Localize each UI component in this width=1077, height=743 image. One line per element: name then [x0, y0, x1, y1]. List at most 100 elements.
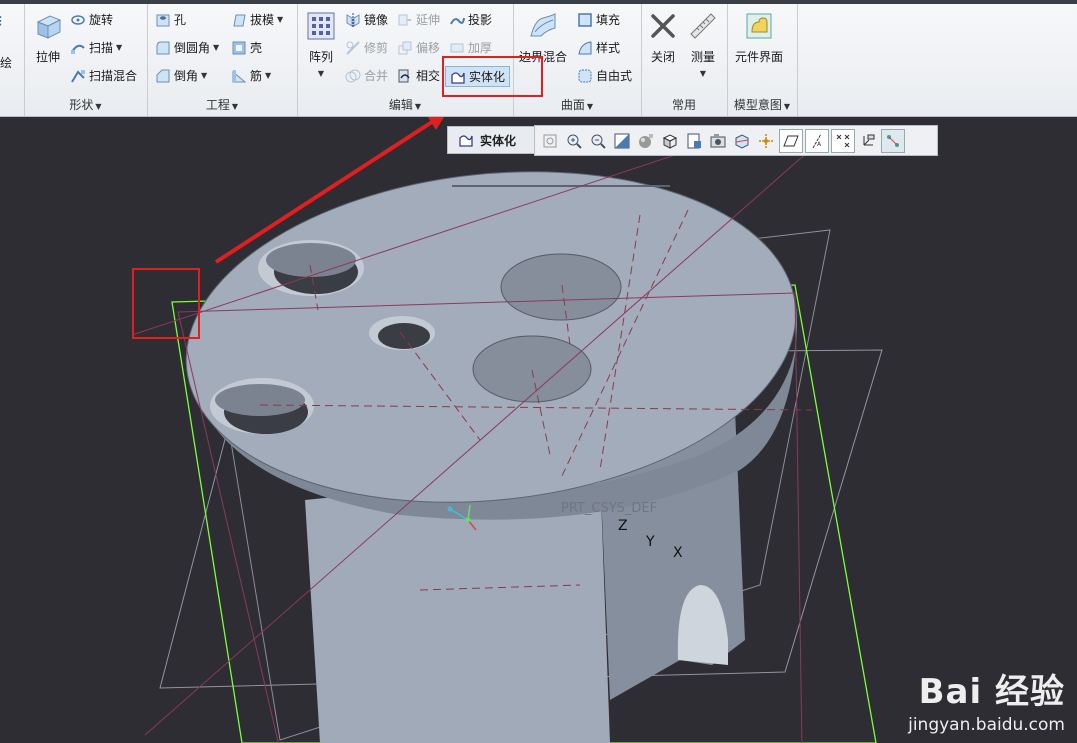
- plane-display-button[interactable]: [779, 128, 803, 153]
- thicken-button[interactable]: 加厚: [449, 39, 492, 56]
- trim-button[interactable]: 修剪: [345, 39, 388, 56]
- caret-down-icon: ▼: [586, 102, 594, 111]
- close-button[interactable]: 关闭: [647, 10, 679, 65]
- freestyle-button[interactable]: 自由式: [577, 67, 632, 84]
- intersect-button[interactable]: 相交: [397, 67, 440, 84]
- refit-button[interactable]: [539, 130, 561, 152]
- fill-button[interactable]: 填充: [577, 11, 620, 28]
- sweep-button[interactable]: 扫描 ▼: [70, 39, 122, 56]
- repaint-button[interactable]: [611, 130, 633, 152]
- group-label-engineering[interactable]: 工程 ▼: [147, 96, 297, 113]
- csys-display-button[interactable]: [857, 130, 879, 152]
- caret-down-icon: ▼: [414, 102, 422, 111]
- partial-left-label[interactable]: 绘: [0, 54, 12, 71]
- component-interface-button[interactable]: 元件界面: [735, 10, 783, 65]
- pattern-button[interactable]: 阵列 ▼: [305, 10, 337, 78]
- surfaces-group-title: 曲面: [560, 98, 585, 112]
- hole-bottom-left[interactable]: [210, 378, 314, 434]
- revolve-button[interactable]: 旋转: [70, 11, 113, 28]
- offset-label: 偏移: [416, 41, 441, 55]
- close-icon: [651, 14, 675, 38]
- project-label: 投影: [468, 13, 493, 27]
- hole-button[interactable]: 孔: [155, 11, 186, 28]
- model-scene[interactable]: PRT_CSYS_DEF Z Y X: [0, 117, 1077, 743]
- style-icon: [578, 40, 592, 54]
- round-button[interactable]: 倒圆角 ▼: [155, 39, 219, 56]
- zoom-in-button[interactable]: [563, 130, 585, 152]
- zoom-out-button[interactable]: [587, 130, 609, 152]
- project-button[interactable]: 投影: [449, 11, 492, 28]
- point-display-button[interactable]: [831, 128, 855, 153]
- group-label-editing[interactable]: 编辑 ▼: [297, 96, 513, 113]
- section-button[interactable]: [731, 130, 753, 152]
- extend-icon: [398, 14, 411, 25]
- solidify-icon: [459, 135, 473, 147]
- sketch-icon[interactable]: ⁝: [0, 12, 3, 30]
- highlight-plane-edge-box: [132, 268, 200, 339]
- axis-display-button[interactable]: A: [805, 128, 829, 153]
- group-label-common[interactable]: 常用: [641, 96, 727, 113]
- rib-label: 筋: [250, 69, 263, 83]
- shell-button[interactable]: 壳: [231, 39, 262, 56]
- group-label-model-intent[interactable]: 模型意图 ▼: [727, 96, 797, 113]
- extend-button[interactable]: 延伸: [397, 11, 440, 28]
- thicken-icon: [450, 43, 464, 52]
- highlight-solidify-box: [442, 56, 543, 97]
- mirror-button[interactable]: 镜像: [345, 11, 388, 28]
- style-button[interactable]: 样式: [577, 39, 620, 56]
- hole-middle-right[interactable]: [472, 335, 592, 403]
- shape-group-title: 形状: [69, 98, 94, 112]
- group-label-shape[interactable]: 形状 ▼: [24, 96, 147, 113]
- component-interface-label: 元件界面: [735, 50, 784, 64]
- fill-icon: [578, 12, 592, 27]
- boundary-blend-icon: [530, 13, 556, 37]
- draft-button[interactable]: 拔模 ▼: [231, 11, 283, 28]
- group-common: 关闭 测量 ▼ 常用: [641, 4, 728, 116]
- chamfer-button[interactable]: 倒角 ▼: [155, 67, 207, 84]
- group-label-surfaces[interactable]: 曲面 ▼: [513, 96, 641, 113]
- chamfer-dropdown-icon[interactable]: ▼: [201, 71, 207, 80]
- merge-button[interactable]: 合并: [345, 67, 388, 84]
- sweep-dropdown-icon[interactable]: ▼: [116, 43, 122, 52]
- group-shape: 拉伸 旋转 扫描 ▼ 扫描混合 形状 ▼: [24, 4, 148, 116]
- tooltip-text: 实体化: [480, 133, 517, 148]
- offset-button[interactable]: 偏移: [397, 39, 440, 56]
- pattern-icon: [307, 12, 335, 40]
- freestyle-label: 自由式: [596, 69, 633, 83]
- spin-center-button[interactable]: [755, 130, 777, 152]
- measure-dropdown-icon[interactable]: ▼: [700, 69, 706, 78]
- graphics-viewport[interactable]: PRT_CSYS_DEF Z Y X: [0, 117, 1077, 743]
- extrude-label: 拉伸: [35, 50, 60, 64]
- perspective-button[interactable]: [635, 130, 657, 152]
- view-manager-button[interactable]: [707, 130, 729, 152]
- swept-blend-label: 扫描混合: [89, 69, 138, 83]
- round-dropdown-icon[interactable]: ▼: [213, 43, 219, 52]
- rib-button[interactable]: 筋 ▼: [231, 67, 271, 84]
- hole-icon: [156, 14, 170, 26]
- pattern-dropdown-icon[interactable]: ▼: [318, 69, 324, 78]
- hole-top-right[interactable]: [500, 253, 622, 321]
- intersect-label: 相交: [416, 69, 441, 83]
- style-label: 样式: [596, 41, 621, 55]
- annotation-display-button[interactable]: [881, 128, 905, 153]
- common-group-title: 常用: [671, 98, 696, 112]
- merge-icon: [345, 69, 361, 82]
- draft-dropdown-icon[interactable]: ▼: [277, 15, 283, 24]
- zoom-in-icon: [567, 134, 582, 149]
- measure-button[interactable]: 测量 ▼: [687, 10, 719, 78]
- mirror-icon: [346, 12, 360, 27]
- extrude-button[interactable]: 拉伸: [32, 10, 64, 65]
- rib-dropdown-icon[interactable]: ▼: [265, 71, 271, 80]
- pattern-label: 阵列: [308, 50, 333, 64]
- hole-center-small[interactable]: [369, 316, 435, 350]
- axis-y-label: Y: [645, 534, 655, 550]
- draft-label: 拔模: [250, 13, 275, 27]
- sweep-label: 扫描: [89, 41, 114, 55]
- baidu-watermark: Bai 经验 jingyan.baidu.com: [908, 664, 1065, 735]
- saved-orientations-button[interactable]: [683, 130, 705, 152]
- offset-icon: [398, 41, 412, 54]
- display-style-button[interactable]: [659, 130, 681, 152]
- swept-blend-button[interactable]: 扫描混合: [70, 67, 137, 84]
- zoom-out-icon: [591, 134, 606, 149]
- refit-icon: [543, 134, 557, 147]
